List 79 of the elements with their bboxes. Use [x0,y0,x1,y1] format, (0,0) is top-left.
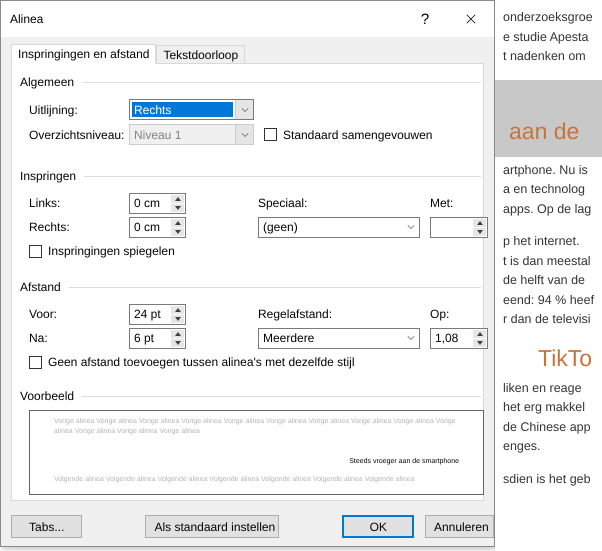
section-heading: Algemeen [20,75,74,89]
document-text: eend: 94 % heef [503,292,596,308]
decrement-button[interactable] [171,314,184,322]
document-text: t is dan meestal [503,252,592,270]
document-text: het erg makkel [503,399,586,416]
checkbox[interactable] [29,356,42,368]
section-heading: Voorbeeld [20,389,74,403]
document-text: de Chinese app [503,418,592,436]
decrement-button[interactable] [171,228,184,236]
increment-button[interactable] [171,330,184,338]
up-arrow-icon [476,220,482,224]
document-heading: TikTo [538,344,592,372]
increment-button[interactable] [171,218,184,226]
field-label: Uitlijning: [29,102,79,116]
dialog-button[interactable]: Tabs... [11,515,82,538]
decrement-button[interactable] [171,338,184,346]
down-arrow-icon [174,340,180,344]
checkbox[interactable] [29,244,42,258]
number-field[interactable]: 6 pt [129,328,186,348]
checkbox-label: Inspringingen spiegelen [48,244,175,258]
document-text: e studie Apesta [503,28,590,46]
increment-button[interactable] [473,218,486,226]
field-label: Voor: [29,307,58,321]
section-heading: Afstand [20,280,61,294]
document-text: liken en reage [503,380,583,397]
tab[interactable]: Inspringingen en afstand [11,44,156,64]
field-label: Met: [430,196,454,210]
checkbox[interactable] [264,128,277,141]
increment-button[interactable] [171,306,184,314]
number-field[interactable]: 24 pt [129,304,186,324]
document-text: a en technolog [503,181,586,198]
tab[interactable]: Tekstdoorloop [156,45,246,63]
up-arrow-icon [174,196,180,200]
document-text: r dan de televisi [503,311,592,328]
document-text: artphone. Nu is [503,162,589,179]
decrement-button[interactable] [171,204,184,212]
number-field[interactable]: 0 cm [129,216,186,238]
document-text: p het internet. [503,233,580,250]
increment-button[interactable] [473,330,486,338]
decrement-button[interactable] [473,338,486,346]
down-arrow-icon [476,230,482,234]
dropdown-field[interactable]: Meerdere [258,328,420,348]
up-arrow-icon [174,308,180,312]
checkbox-label: Standaard samengevouwen [283,128,432,142]
help-button[interactable]: ? [402,1,448,37]
section-heading: Inspringen [20,169,76,183]
down-arrow-icon [476,340,482,344]
document-text: onderzoeksgroe [503,9,594,26]
dropdown-field[interactable]: Rechts [129,99,254,120]
number-field[interactable] [430,216,488,238]
checkbox-label: Geen afstand toevoegen tussen alinea's met dezelfde stijl [48,355,354,369]
dialog-button[interactable]: OK [342,515,414,538]
up-arrow-icon [174,332,180,336]
up-arrow-icon [476,332,482,336]
field-label: Rechts: [29,220,71,234]
down-arrow-icon [174,316,180,320]
field-label: Na: [29,331,49,345]
field-label: Speciaal: [258,196,308,210]
down-arrow-icon [174,206,180,210]
increment-button[interactable] [171,194,184,202]
dropdown-field[interactable]: (geen) [258,216,420,238]
down-arrow-icon [174,230,180,234]
number-field[interactable]: 0 cm [129,192,186,214]
decrement-button[interactable] [473,228,486,236]
field-label: Links: [29,196,62,210]
document-text: t nadenken om [503,48,587,65]
field-label: Op: [430,307,450,321]
document-text: sdien is het geb [503,470,592,488]
field-label: Regelafstand: [258,307,334,321]
document-text: enges. [503,438,542,455]
document-text: de helft van de [503,272,586,289]
document-heading: aan de [509,116,580,146]
dialog-button[interactable]: Als standaard instellen [145,515,280,538]
field-label: Overzichtsniveau: [29,128,126,142]
up-arrow-icon [174,220,180,224]
number-field[interactable]: 1,08 [430,328,488,348]
document-text: apps. Op de lag [503,200,592,218]
dialog-button[interactable]: Annuleren [425,515,494,538]
window-title: Alinea [10,12,44,26]
